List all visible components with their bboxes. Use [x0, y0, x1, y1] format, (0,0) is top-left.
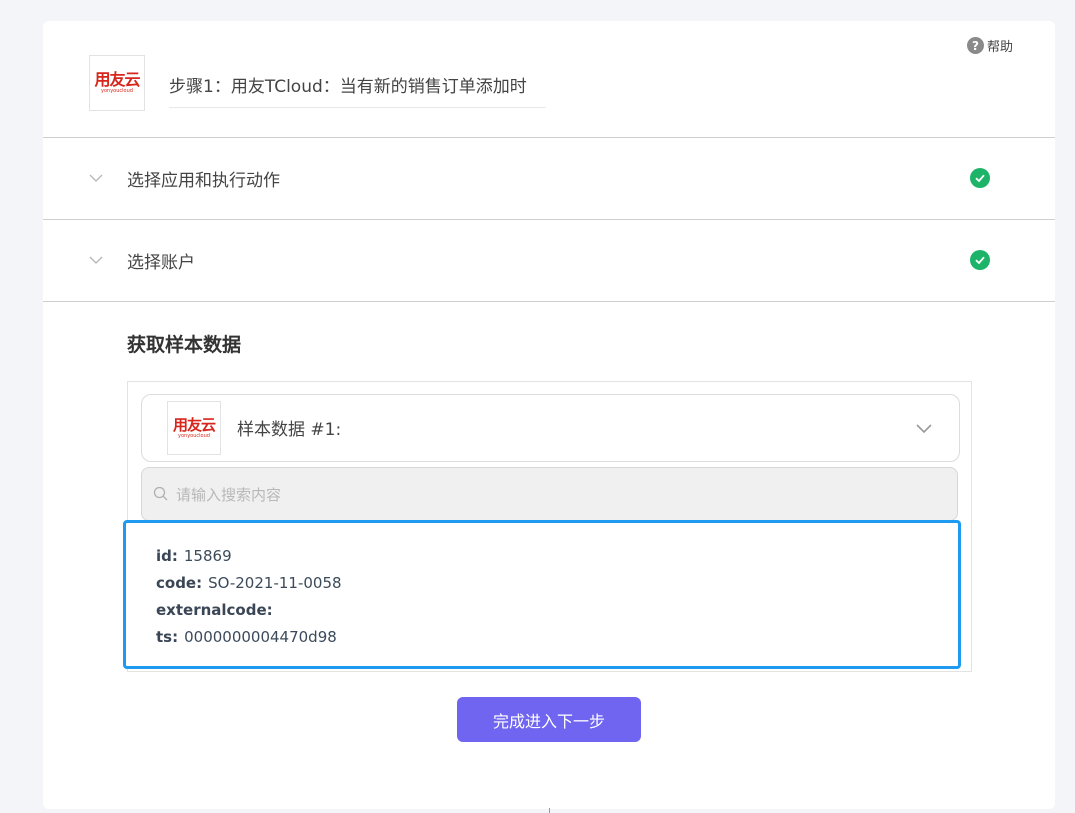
chevron-down-icon [916, 424, 932, 434]
connector-line [549, 808, 550, 813]
yonyou-cloud-logo: 用友云 yonyoucloud [89, 55, 145, 111]
sample-select-dropdown[interactable]: 用友云 yonyoucloud 样本数据 #1: [141, 394, 960, 462]
question-circle-icon: ? [966, 37, 984, 54]
sample-data-title: 获取样本数据 [127, 334, 242, 356]
check-circle-icon [970, 250, 990, 270]
field-value: 15869 [183, 546, 232, 565]
field-key: ts: [156, 627, 179, 646]
section-select-account[interactable]: 选择账户 [43, 220, 1055, 300]
yonyou-cloud-logo: 用友云 yonyoucloud [167, 401, 221, 455]
field-value: SO-2021-11-0058 [208, 573, 342, 592]
section-label: 选择账户 [127, 252, 195, 273]
sample-data-fields: id: 15869 code: SO-2021-11-0058 external… [123, 520, 961, 669]
chevron-down-icon [89, 256, 103, 264]
field-row[interactable]: externalcode: [156, 596, 958, 623]
step-card: ? 帮助 用友云 yonyoucloud 步骤1：用友TCloud：当有新的销售… [43, 21, 1055, 809]
next-step-button[interactable]: 完成进入下一步 [457, 697, 641, 742]
logo-sub-text: yonyoucloud [101, 88, 133, 94]
field-row[interactable]: ts: 0000000004470d98 [156, 623, 958, 650]
field-key: code: [156, 573, 203, 592]
field-row[interactable]: code: SO-2021-11-0058 [156, 569, 958, 596]
section-select-app-action[interactable]: 选择应用和执行动作 [43, 138, 1055, 218]
check-circle-icon [970, 168, 990, 188]
help-label: 帮助 [986, 40, 1013, 55]
field-row[interactable]: id: 15869 [156, 542, 958, 569]
logo-sub-text: yonyoucloud [178, 432, 210, 439]
help-link[interactable]: ? 帮助 [966, 36, 1013, 55]
search-icon [153, 486, 168, 501]
field-key: externalcode: [156, 600, 273, 619]
chevron-down-icon [89, 174, 103, 182]
logo-main-text: 用友云 [94, 70, 140, 89]
search-box [141, 467, 958, 522]
field-key: id: [156, 546, 178, 565]
field-value: 0000000004470d98 [184, 627, 337, 646]
divider [43, 301, 1055, 302]
section-label: 选择应用和执行动作 [127, 170, 280, 191]
sample-select-label: 样本数据 #1: [237, 420, 342, 440]
step-title[interactable]: 步骤1：用友TCloud：当有新的销售订单添加时 [169, 70, 546, 108]
logo-main-text: 用友云 [172, 415, 216, 434]
search-input[interactable] [174, 468, 938, 522]
